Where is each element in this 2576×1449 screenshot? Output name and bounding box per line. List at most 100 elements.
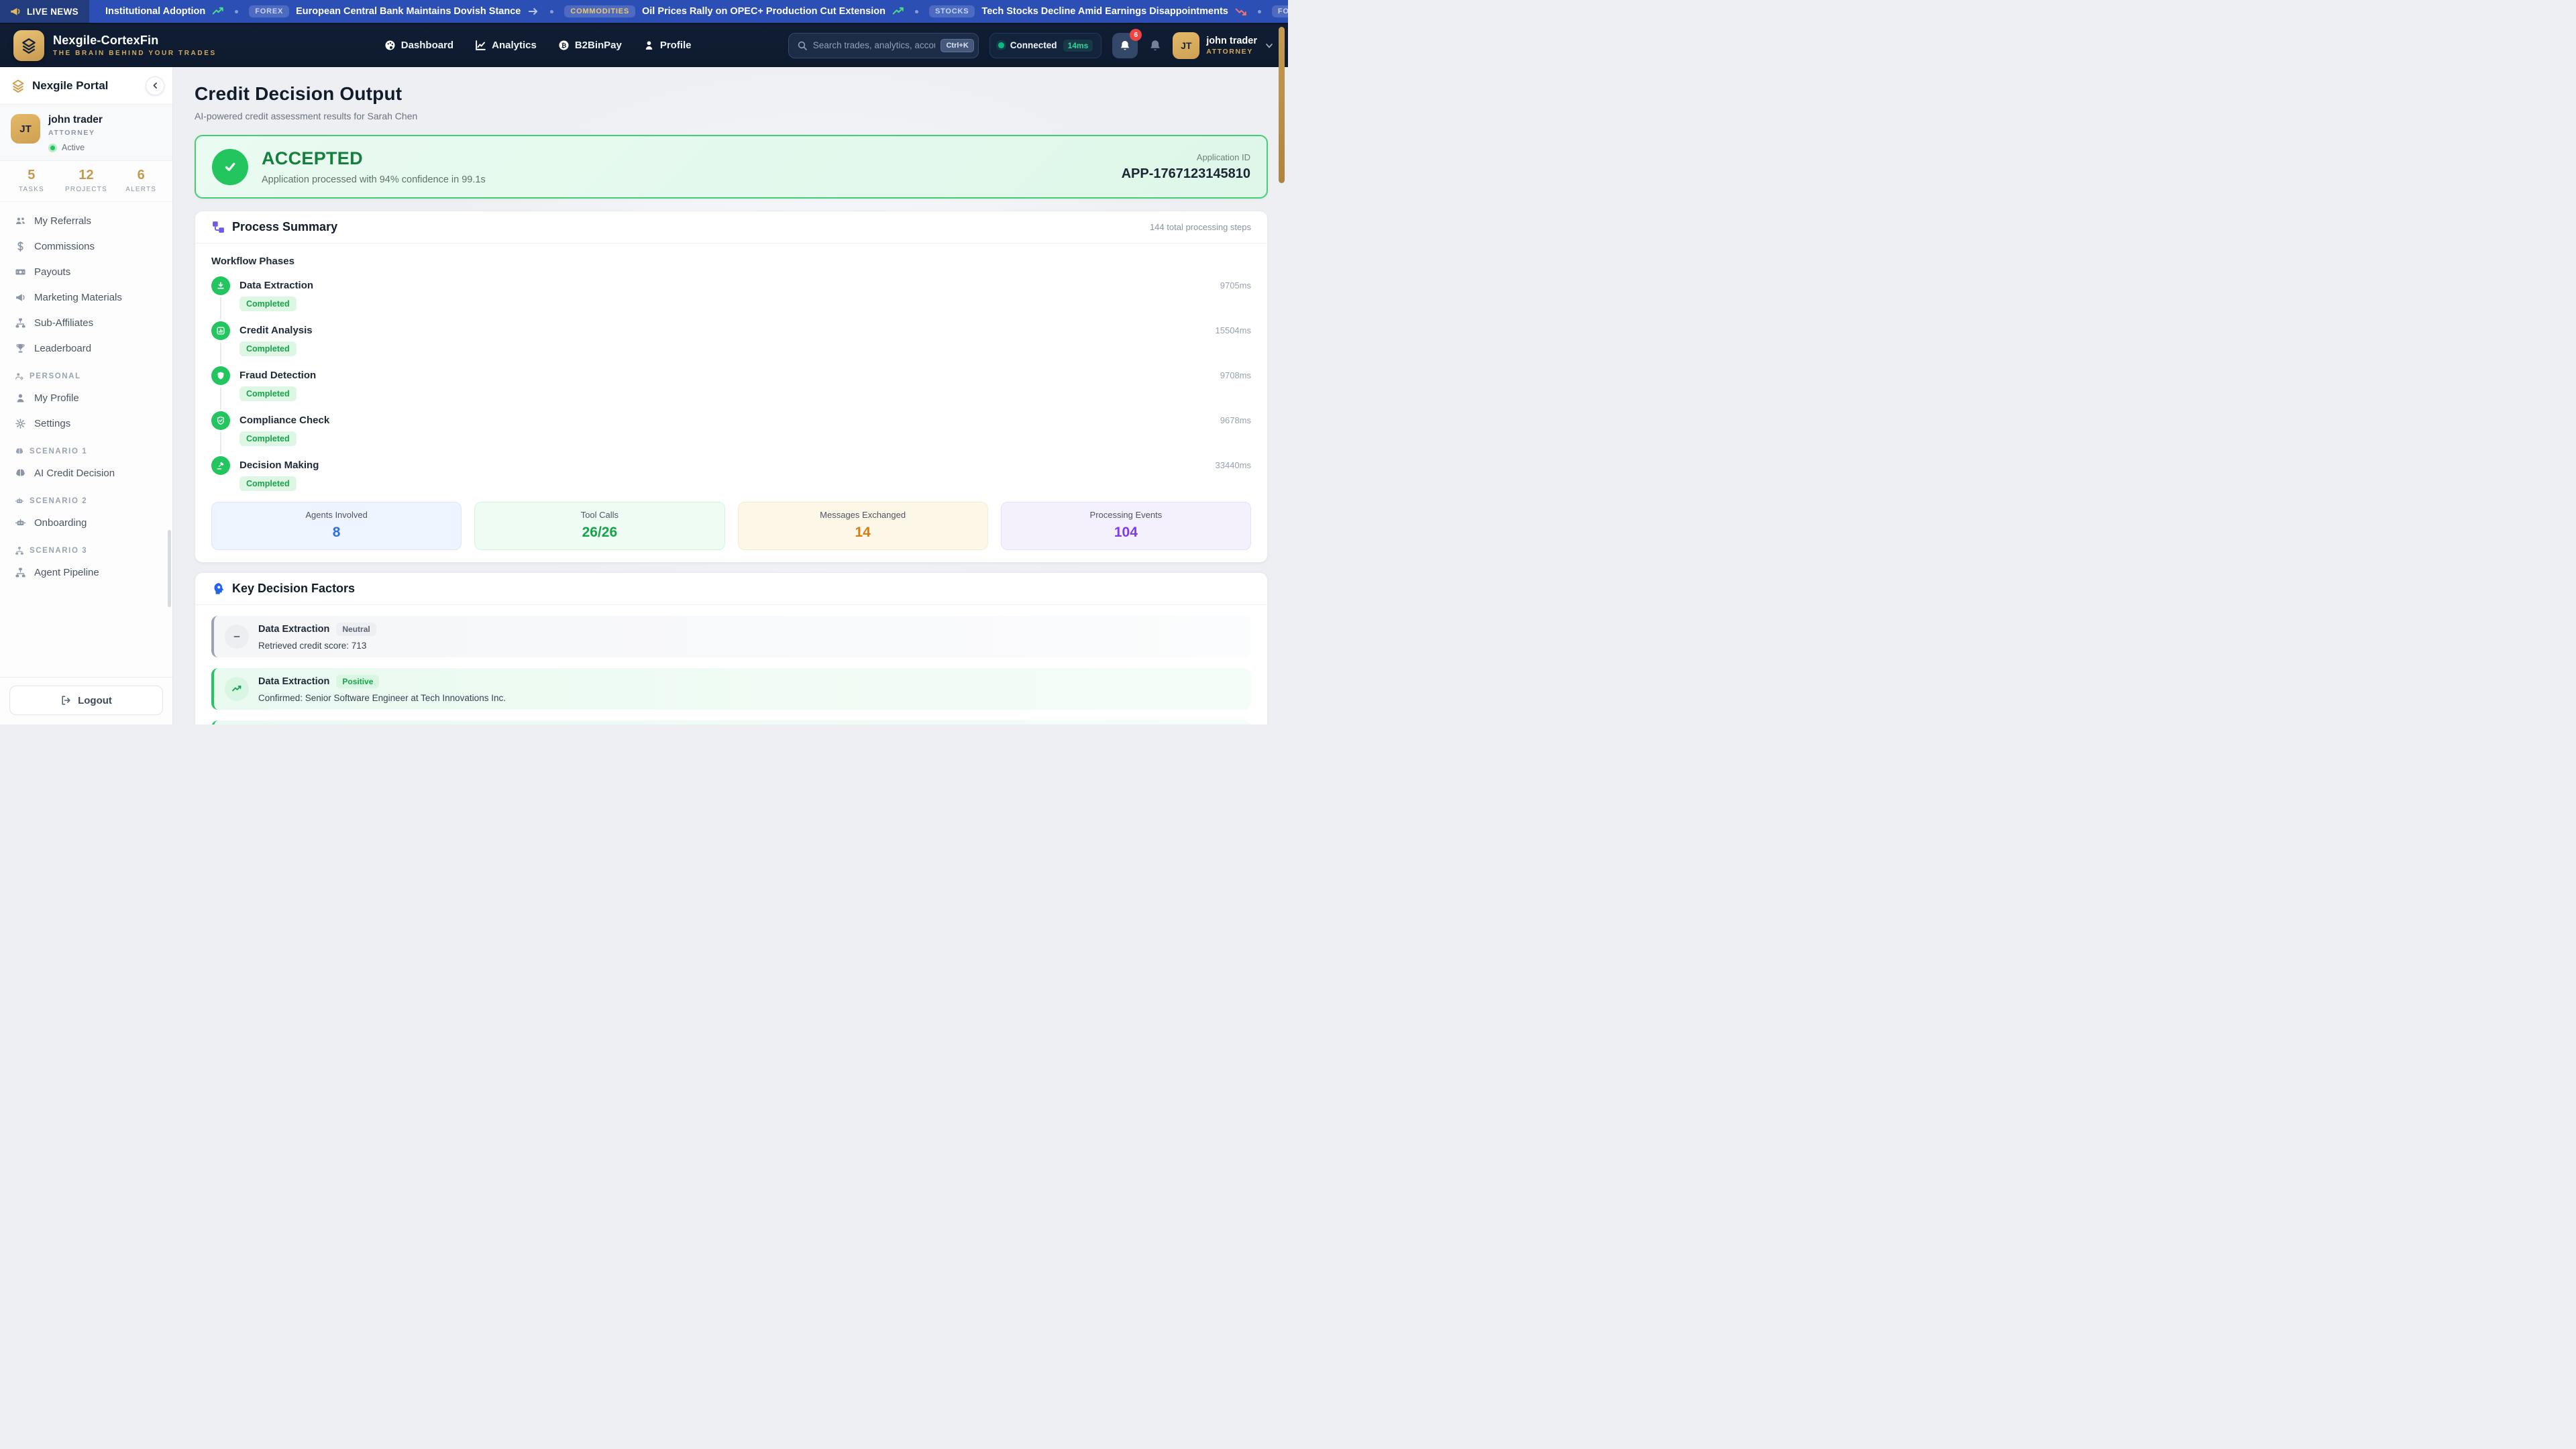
app-header: Nexgile-CortexFin THE BRAIN BEHIND YOUR … bbox=[0, 24, 1288, 67]
trophy-icon bbox=[15, 343, 26, 354]
user-name: john trader bbox=[1206, 36, 1257, 46]
ticker-badge: COMMODITIES bbox=[564, 5, 635, 17]
portal-header: Nexgile Portal bbox=[0, 67, 172, 105]
key-decision-factors-body: Data Extraction Neutral Retrieved credit… bbox=[195, 605, 1267, 724]
decision-main: ACCEPTED Application processed with 94% … bbox=[262, 148, 486, 185]
nav-item-dashboard[interactable]: Dashboard bbox=[384, 40, 453, 51]
search-input[interactable] bbox=[813, 40, 936, 50]
nav-item-analytics[interactable]: Analytics bbox=[475, 40, 537, 51]
nav-item-b2binpay[interactable]: ₿ B2BinPay bbox=[558, 40, 622, 51]
main-content: Credit Decision Output AI-powered credit… bbox=[173, 67, 1288, 724]
page-scrollbar-thumb[interactable] bbox=[1279, 27, 1285, 183]
nav-label: B2BinPay bbox=[575, 40, 622, 51]
sidebar-scrollbar-thumb[interactable] bbox=[168, 530, 171, 607]
phase-body: Decision Making Completed bbox=[239, 456, 319, 491]
robot-icon bbox=[15, 496, 24, 506]
sidebar-item-label: Agent Pipeline bbox=[34, 567, 99, 578]
factor-content: Data Extraction Positive Confirmed: Seni… bbox=[258, 675, 506, 703]
ticker-item[interactable]: STOCKS Tech Stocks Decline Amid Earnings… bbox=[929, 5, 1247, 17]
stat-label: TASKS bbox=[4, 186, 59, 193]
ticker-item[interactable]: Institutional Adoption bbox=[105, 5, 224, 17]
stat-label: Tool Calls bbox=[480, 510, 718, 520]
key-decision-factors-title: Key Decision Factors bbox=[232, 582, 355, 596]
sidebar-item-agent-pipeline[interactable]: Agent Pipeline bbox=[7, 559, 166, 585]
sidebar-item-label: Leaderboard bbox=[34, 343, 91, 354]
sidebar-item-my-profile[interactable]: My Profile bbox=[7, 385, 166, 411]
ticker-badge: FOREX bbox=[1272, 5, 1288, 17]
download-icon bbox=[211, 276, 230, 295]
sidebar-item-my-referrals[interactable]: My Referrals bbox=[7, 208, 166, 233]
decision-status: ACCEPTED bbox=[262, 148, 486, 169]
phase-body: Compliance Check Completed bbox=[239, 411, 329, 446]
hierarchy-icon bbox=[15, 317, 26, 329]
profile-meta: john trader ATTORNEY Active bbox=[48, 114, 103, 152]
phase-status-badge: Completed bbox=[239, 431, 297, 446]
phase-duration: 9705ms bbox=[1220, 276, 1251, 311]
section-label-text: SCENARIO 2 bbox=[30, 497, 87, 505]
stat-value: 12 bbox=[59, 168, 114, 183]
factor-sentiment-badge: Neutral bbox=[336, 623, 376, 636]
svg-text:₿: ₿ bbox=[561, 42, 566, 50]
search-box[interactable]: Ctrl+K bbox=[788, 33, 979, 58]
section-label-personal: PERSONAL bbox=[15, 372, 158, 381]
brand: Nexgile-CortexFin THE BRAIN BEHIND YOUR … bbox=[13, 30, 217, 61]
stat-tool-calls: Tool Calls 26/26 bbox=[474, 502, 724, 550]
ticker-item[interactable]: FOREX Chinese Yuan Strengthens on Trade bbox=[1272, 5, 1288, 17]
sidebar-collapse-button[interactable] bbox=[146, 76, 164, 95]
connection-latency: 14ms bbox=[1063, 40, 1093, 52]
sidebar-menu: My Referrals Commissions Payouts Marketi… bbox=[0, 202, 172, 677]
factor-text: Confirmed: Senior Software Engineer at T… bbox=[258, 693, 506, 703]
phase-data-extraction: Data Extraction Completed 9705ms bbox=[211, 276, 1251, 311]
section-label-scenario-2: SCENARIO 2 bbox=[15, 496, 158, 506]
logout-button[interactable]: Logout bbox=[9, 686, 163, 715]
notifications-button[interactable]: 6 bbox=[1112, 33, 1138, 58]
sidebar-item-sub-affiliates[interactable]: Sub-Affiliates bbox=[7, 310, 166, 335]
avatar: JT bbox=[11, 114, 40, 144]
sidebar-item-label: Onboarding bbox=[34, 517, 87, 529]
banknote-icon bbox=[15, 266, 26, 278]
dollar-icon bbox=[15, 241, 26, 252]
sidebar-stats: 5 TASKS 12 PROJECTS 6 ALERTS bbox=[0, 161, 172, 202]
user-menu[interactable]: JT john trader ATTORNEY bbox=[1173, 32, 1275, 59]
stat-processing-events: Processing Events 104 bbox=[1001, 502, 1251, 550]
factor-source: Data Extraction bbox=[258, 676, 329, 687]
shield-icon bbox=[211, 366, 230, 385]
live-news-label: LIVE NEWS bbox=[0, 0, 89, 23]
decision-banner: ACCEPTED Application processed with 94% … bbox=[195, 135, 1268, 199]
stat-alerts: 6 ALERTS bbox=[113, 168, 168, 193]
ticker-item[interactable]: COMMODITIES Oil Prices Rally on OPEC+ Pr… bbox=[564, 5, 904, 17]
process-summary-title: Process Summary bbox=[232, 220, 337, 234]
ticker-badge: STOCKS bbox=[929, 5, 975, 17]
sidebar-item-payouts[interactable]: Payouts bbox=[7, 259, 166, 284]
sidebar-item-commissions[interactable]: Commissions bbox=[7, 233, 166, 259]
trend-up-icon bbox=[225, 677, 249, 701]
bell-secondary-icon[interactable] bbox=[1148, 39, 1162, 52]
key-decision-factors-header: Key Decision Factors bbox=[195, 573, 1267, 605]
process-summary-body: Workflow Phases Data Extraction Complete… bbox=[195, 244, 1267, 562]
stat-label: Messages Exchanged bbox=[744, 510, 982, 520]
ticker-separator bbox=[550, 10, 553, 13]
connection-status: Connected 14ms bbox=[989, 33, 1102, 58]
phase-fraud-detection: Fraud Detection Completed 9708ms bbox=[211, 366, 1251, 401]
phase-status-badge: Completed bbox=[239, 297, 297, 311]
stat-label: ALERTS bbox=[113, 186, 168, 193]
sidebar-item-clipped[interactable] bbox=[7, 202, 166, 208]
stat-projects: 12 PROJECTS bbox=[59, 168, 114, 193]
palette-icon bbox=[384, 40, 396, 51]
sidebar-item-marketing-materials[interactable]: Marketing Materials bbox=[7, 284, 166, 310]
sidebar-item-onboarding[interactable]: Onboarding bbox=[7, 510, 166, 535]
brand-logo[interactable] bbox=[13, 30, 44, 61]
sidebar-item-leaderboard[interactable]: Leaderboard bbox=[7, 335, 166, 361]
sidebar-item-ai-credit-decision[interactable]: AI Credit Decision bbox=[7, 460, 166, 486]
ticker-item[interactable]: FOREX European Central Bank Maintains Do… bbox=[249, 5, 539, 17]
notification-count-badge: 6 bbox=[1130, 29, 1142, 41]
stat-agents-involved: Agents Involved 8 bbox=[211, 502, 462, 550]
phase-duration: 33440ms bbox=[1216, 456, 1251, 491]
phase-name: Fraud Detection bbox=[239, 366, 316, 381]
nav-item-profile[interactable]: Profile bbox=[643, 40, 692, 51]
sidebar-item-settings[interactable]: Settings bbox=[7, 411, 166, 436]
user-meta: john trader ATTORNEY bbox=[1206, 36, 1257, 56]
sidebar-profile-card: JT john trader ATTORNEY Active bbox=[0, 105, 172, 161]
factor-row-positive: Data Extraction Positive Confirmed: Seni… bbox=[211, 668, 1251, 710]
sidebar-item-label: Settings bbox=[34, 418, 70, 429]
